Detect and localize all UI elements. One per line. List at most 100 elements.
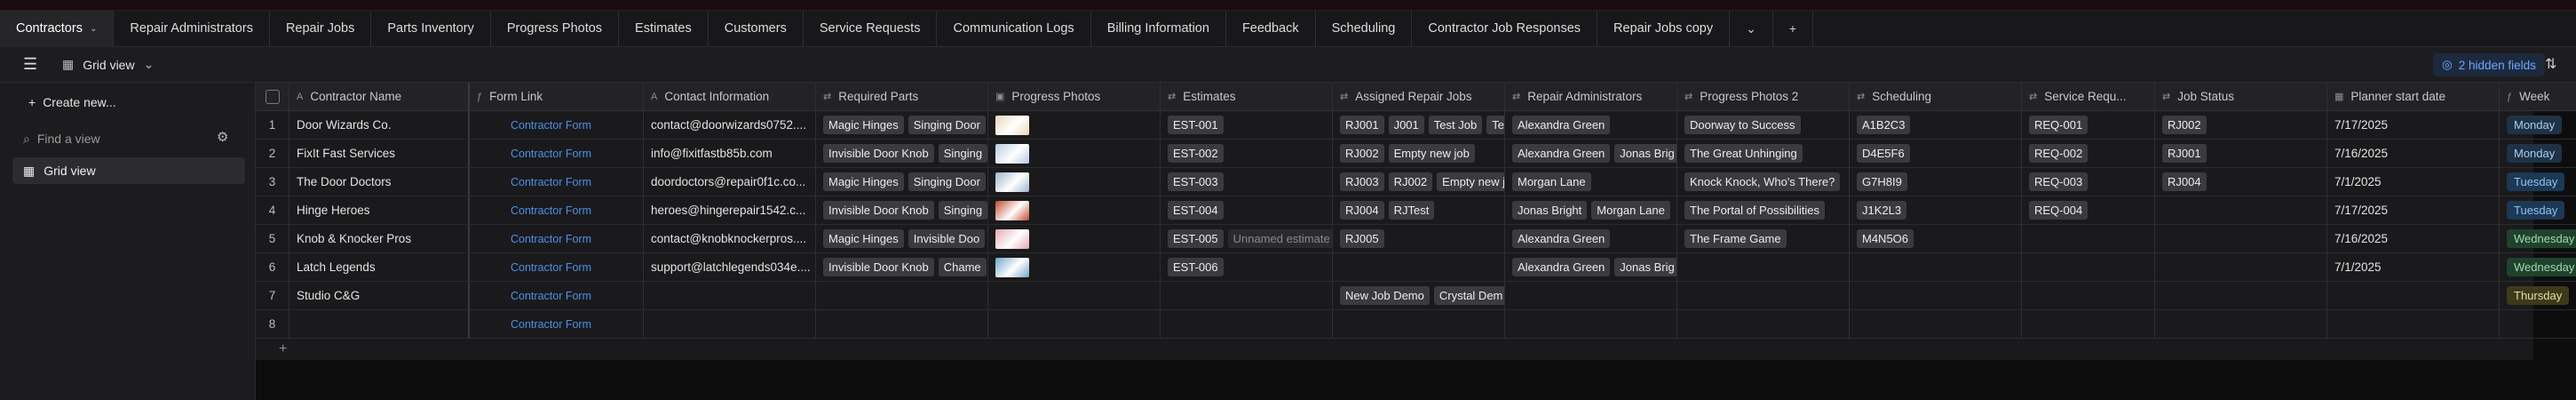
cell-planner[interactable]: 7/17/2025: [2327, 196, 2500, 224]
linked-record-chip[interactable]: Alexandra Green: [1512, 229, 1611, 248]
cell-admins[interactable]: [1505, 310, 1677, 338]
cell-jobs[interactable]: [1333, 310, 1505, 338]
linked-record-chip[interactable]: Magic Hinges: [823, 229, 904, 248]
cell-sched[interactable]: G7H8I9: [1850, 168, 2022, 196]
form-link[interactable]: Contractor Form: [477, 148, 591, 160]
linked-record-chip[interactable]: Crystal Dem: [1433, 286, 1504, 305]
column-header-admins[interactable]: ⇄ Repair Administrators: [1505, 83, 1677, 110]
linked-record-chip[interactable]: The Portal of Possibilities: [1684, 201, 1825, 220]
linked-record-chip[interactable]: Alexandra Green: [1512, 258, 1611, 276]
cell-estimates[interactable]: EST-004: [1161, 196, 1333, 224]
linked-record-chip[interactable]: J001: [1388, 116, 1424, 134]
linked-record-chip[interactable]: Singing Door: [908, 116, 986, 134]
cell-jobs[interactable]: New Job Demo Crystal Dem: [1333, 282, 1505, 309]
linked-record-chip[interactable]: Invisible Door Knob: [823, 201, 934, 220]
cell-form[interactable]: Contractor Form: [470, 111, 644, 139]
linked-record-chip[interactable]: A1B2C3: [1857, 116, 1911, 134]
linked-record-chip[interactable]: Empty new j: [1437, 172, 1504, 191]
cell-form[interactable]: Contractor Form: [470, 196, 644, 224]
linked-record-chip[interactable]: REQ-004: [2029, 201, 2089, 220]
linked-record-chip[interactable]: REQ-002: [2029, 144, 2089, 163]
cell-parts[interactable]: Invisible Door Knob Singing: [816, 196, 988, 224]
sort-icon[interactable]: ⇅: [2545, 55, 2556, 73]
cell-service[interactable]: [2022, 225, 2155, 252]
linked-record-chip[interactable]: Alexandra Green: [1512, 116, 1611, 134]
create-new-view-button[interactable]: + Create new...: [28, 95, 116, 109]
cell-sched[interactable]: D4E5F6: [1850, 140, 2022, 167]
cell-parts[interactable]: Magic Hinges Invisible Doo: [816, 225, 988, 252]
table-row[interactable]: 3 The Door Doctors Contractor Form doordoct…: [256, 168, 2576, 196]
gear-icon[interactable]: ⚙: [217, 129, 228, 145]
cell-photos[interactable]: [988, 140, 1161, 167]
photo-thumbnail[interactable]: [995, 172, 1029, 192]
cell-contact[interactable]: info@fixitfastb85b.com: [644, 140, 816, 167]
tab-contractors[interactable]: Contractors ⌄: [0, 10, 115, 47]
cell-week[interactable]: Wednesday: [2500, 225, 2576, 252]
linked-record-chip[interactable]: Knock Knock, Who's There?: [1684, 172, 1841, 191]
cell-contact[interactable]: contact@knobknockerpros....: [644, 225, 816, 252]
linked-record-chip[interactable]: EST-002: [1168, 144, 1224, 163]
linked-record-chip[interactable]: New Job Demo: [1340, 286, 1430, 305]
linked-record-chip[interactable]: REQ-001: [2029, 116, 2089, 134]
linked-record-chip[interactable]: Test Job: [1428, 116, 1483, 134]
linked-record-chip[interactable]: G7H8I9: [1857, 172, 1907, 191]
cell-photos[interactable]: [988, 253, 1161, 281]
cell-name[interactable]: FixIt Fast Services: [289, 140, 470, 167]
cell-service[interactable]: [2022, 282, 2155, 309]
cell-form[interactable]: Contractor Form: [470, 225, 644, 252]
tab-billing-information[interactable]: Billing Information: [1091, 10, 1226, 47]
tab-service-requests[interactable]: Service Requests: [804, 10, 938, 47]
linked-record-chip[interactable]: Empty new job: [1388, 144, 1475, 163]
cell-status[interactable]: [2155, 196, 2327, 224]
cell-planner[interactable]: [2327, 282, 2500, 309]
linked-record-chip[interactable]: D4E5F6: [1857, 144, 1910, 163]
photo-thumbnail[interactable]: [995, 228, 1029, 249]
cell-admins[interactable]: Alexandra Green Jonas Brig: [1505, 140, 1677, 167]
tab-customers[interactable]: Customers: [709, 10, 804, 47]
cell-contact[interactable]: contact@doorwizards0752....: [644, 111, 816, 139]
column-header-week[interactable]: ƒ Week: [2500, 83, 2576, 110]
form-link[interactable]: Contractor Form: [477, 119, 591, 132]
linked-record-chip[interactable]: EST-003: [1168, 172, 1224, 191]
column-header-estimates[interactable]: ⇄ Estimates: [1161, 83, 1333, 110]
tab-feedback[interactable]: Feedback: [1226, 10, 1316, 47]
column-header-photos2[interactable]: ⇄ Progress Photos 2: [1677, 83, 1850, 110]
cell-photos[interactable]: [988, 168, 1161, 196]
column-header-service[interactable]: ⇄ Service Requ...: [2022, 83, 2155, 110]
tab-scheduling[interactable]: Scheduling: [1316, 10, 1413, 47]
cell-planner[interactable]: 7/16/2025: [2327, 225, 2500, 252]
cell-admins[interactable]: Morgan Lane: [1505, 168, 1677, 196]
cell-status[interactable]: RJ002: [2155, 111, 2327, 139]
hidden-fields-button[interactable]: ◎ 2 hidden fields: [2433, 53, 2545, 76]
cell-week[interactable]: Wednesday: [2500, 253, 2576, 281]
cell-form[interactable]: Contractor Form: [470, 310, 644, 338]
column-header-parts[interactable]: ⇄ Required Parts: [816, 83, 988, 110]
photo-thumbnail[interactable]: [995, 257, 1029, 277]
cell-photos[interactable]: [988, 310, 1161, 338]
linked-record-chip[interactable]: The Frame Game: [1684, 229, 1787, 248]
linked-record-chip[interactable]: RJ001: [2162, 144, 2207, 163]
cell-week[interactable]: Tuesday: [2500, 168, 2576, 196]
tab-estimates[interactable]: Estimates: [619, 10, 709, 47]
cell-week[interactable]: Monday: [2500, 111, 2576, 139]
form-link[interactable]: Contractor Form: [477, 176, 591, 188]
tab-progress-photos[interactable]: Progress Photos: [491, 10, 620, 47]
tab-parts-inventory[interactable]: Parts Inventory: [371, 10, 491, 47]
linked-record-chip[interactable]: Doorway to Success: [1684, 116, 1801, 134]
column-header-form[interactable]: ƒ Form Link: [470, 83, 644, 110]
linked-record-chip[interactable]: REQ-003: [2029, 172, 2089, 191]
column-header-planner[interactable]: ▦ Planner start date: [2327, 83, 2500, 110]
linked-record-chip[interactable]: EST-004: [1168, 201, 1224, 220]
column-header-name[interactable]: A Contractor Name: [289, 83, 470, 110]
find-view-input[interactable]: ⌕ Find a view: [23, 129, 240, 148]
select-all-checkbox[interactable]: [256, 83, 289, 110]
cell-photos2[interactable]: The Frame Game: [1677, 225, 1850, 252]
linked-record-chip[interactable]: Tes: [1486, 116, 1504, 134]
sidebar-item-grid-view[interactable]: ▦ Grid view: [12, 157, 245, 184]
cell-name[interactable]: Knob & Knocker Pros: [289, 225, 470, 252]
hamburger-menu-icon[interactable]: ☰: [23, 55, 48, 74]
linked-record-chip[interactable]: Singing: [938, 201, 987, 220]
table-row[interactable]: 8 Contractor Form: [256, 310, 2576, 339]
cell-estimates[interactable]: EST-002: [1161, 140, 1333, 167]
linked-record-chip[interactable]: Jonas Brig: [1614, 258, 1676, 276]
